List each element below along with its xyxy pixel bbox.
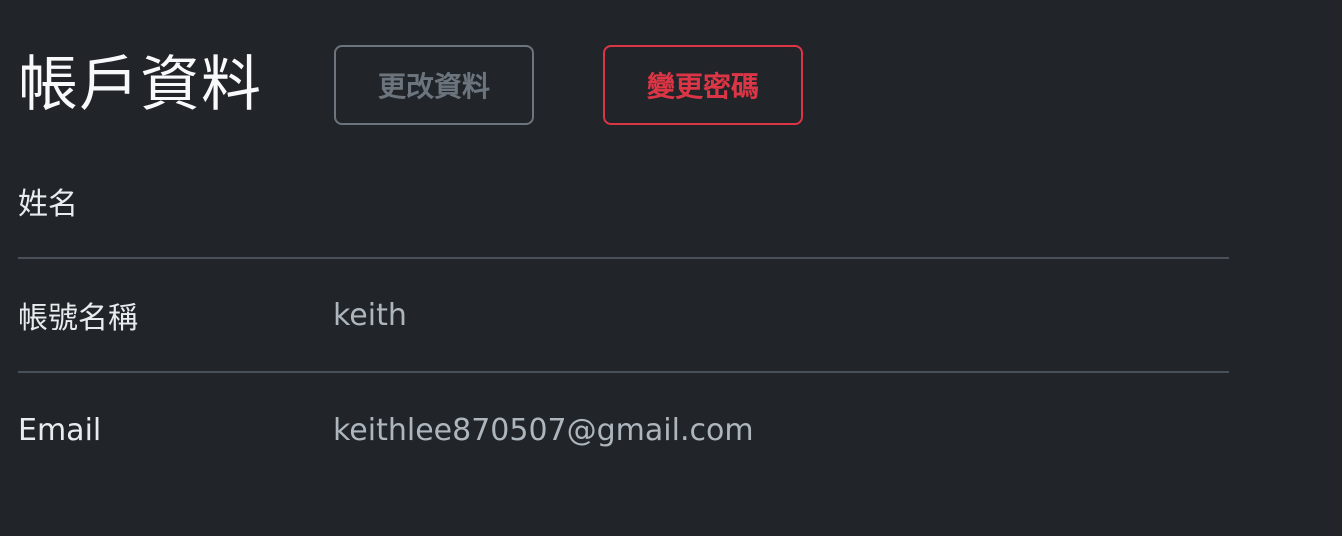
username-label: 帳號名稱 xyxy=(18,301,138,336)
account-page: 帳戶資料 更改資料 變更密碼 姓名 帳號名稱 keith Email keith… xyxy=(0,0,1342,536)
username-value: keith xyxy=(333,297,407,333)
name-label: 姓名 xyxy=(18,187,78,222)
profile-info: 姓名 帳號名稱 keith Email keithlee870507@gmail… xyxy=(18,145,1229,487)
page-title: 帳戶資料 xyxy=(18,50,262,120)
edit-profile-button[interactable]: 更改資料 xyxy=(334,45,534,125)
profile-row-email: Email keithlee870507@gmail.com xyxy=(18,373,1229,487)
page-header: 帳戶資料 更改資料 變更密碼 xyxy=(18,45,803,125)
email-label: Email xyxy=(18,412,102,448)
change-password-button[interactable]: 變更密碼 xyxy=(603,45,803,125)
profile-row-username: 帳號名稱 keith xyxy=(18,259,1229,373)
profile-row-name: 姓名 xyxy=(18,145,1229,259)
email-value: keithlee870507@gmail.com xyxy=(333,412,754,448)
